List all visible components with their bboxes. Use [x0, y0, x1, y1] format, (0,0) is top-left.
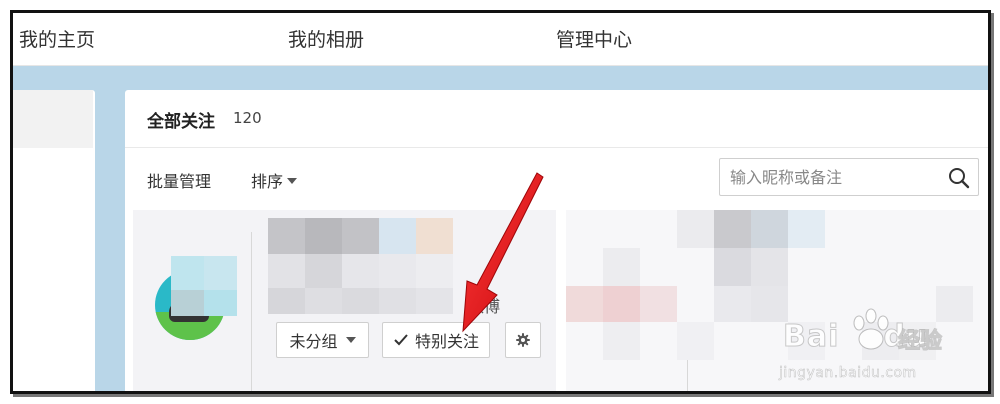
sort-label: 排序: [251, 172, 284, 191]
followed-user-card: 微博 未分组 特别关注: [133, 210, 556, 391]
top-navigation: 我的主页 我的相册 管理中心: [13, 13, 988, 66]
follow-list-panel: 全部关注 120 批量管理 排序 输入昵称或备注 微博 未分组 特别关注: [125, 90, 988, 391]
special-follow-label: 特别关注: [414, 332, 479, 351]
group-label: 未分组: [289, 332, 338, 351]
search-icon[interactable]: [948, 167, 970, 189]
left-sidebar: [13, 90, 95, 391]
batch-manage-button[interactable]: 批量管理: [147, 168, 211, 192]
nav-my-homepage[interactable]: 我的主页: [19, 25, 95, 52]
screenshot-frame: 我的主页 我的相册 管理中心 全部关注 120 批量管理 排序 输入昵称或备注 …: [10, 10, 991, 394]
followed-user-card: [566, 210, 988, 391]
card-divider: [251, 232, 252, 391]
settings-button[interactable]: [505, 322, 541, 358]
caret-down-icon: [287, 178, 298, 184]
follow-count: 120: [233, 109, 262, 127]
search-input[interactable]: [730, 166, 940, 188]
avatar-blur: [171, 256, 237, 320]
left-sidebar-header: [13, 90, 93, 148]
username-blur: [268, 218, 458, 314]
search-box: [719, 158, 979, 196]
follow-header: 全部关注 120: [125, 90, 988, 148]
check-icon: [394, 334, 408, 346]
page-title: 全部关注: [147, 112, 215, 132]
caret-down-icon: [345, 337, 356, 343]
sort-dropdown[interactable]: 排序: [251, 168, 298, 192]
user-source-suffix: 微博: [468, 297, 501, 316]
gear-icon: [516, 333, 530, 347]
nav-management-center[interactable]: 管理中心: [556, 25, 632, 52]
nav-my-album[interactable]: 我的相册: [288, 25, 364, 52]
special-follow-button[interactable]: 特别关注: [382, 322, 490, 358]
group-dropdown-button[interactable]: 未分组: [276, 322, 369, 358]
user-card-blur: [566, 210, 988, 391]
